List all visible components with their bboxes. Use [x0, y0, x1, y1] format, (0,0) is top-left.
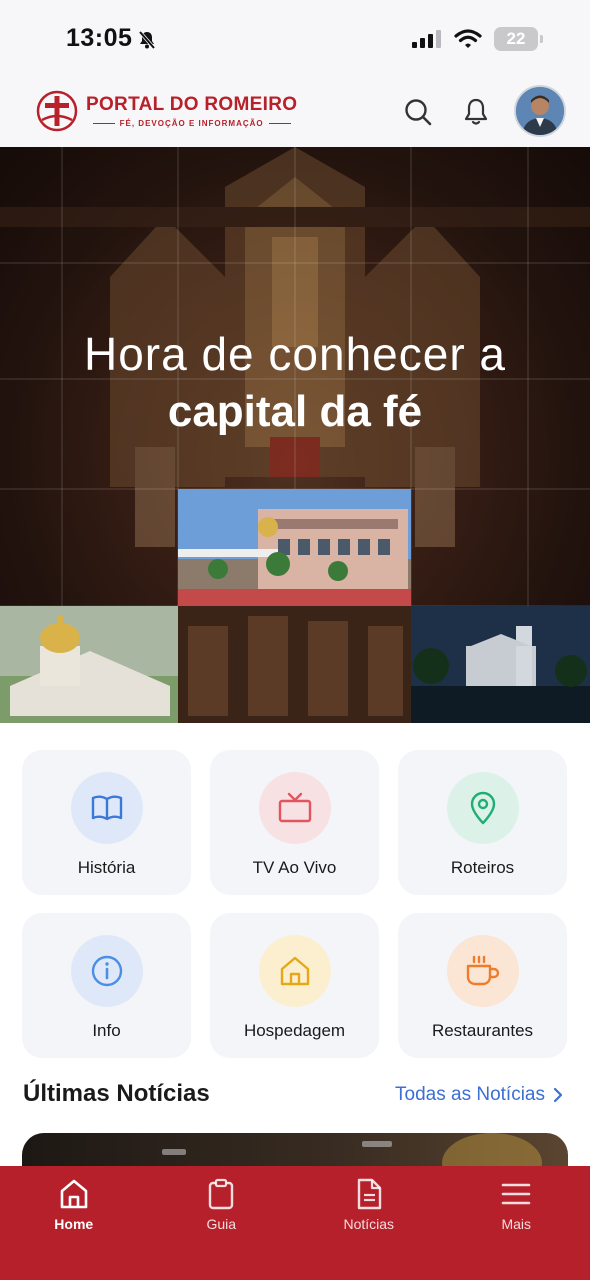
- altar-detail-photo: [178, 606, 411, 723]
- quick-icon-circle: [258, 772, 331, 844]
- quick-icon-circle: [70, 935, 143, 1007]
- quick-card-tv-ao-vivo[interactable]: TV Ao Vivo: [210, 750, 379, 895]
- quick-icon-circle: [446, 772, 519, 844]
- logo-subtitle: FÉ, DEVOÇÃO E INFORMAÇÃO: [93, 119, 291, 128]
- house-icon: [280, 956, 309, 986]
- nav-label: Guia: [206, 1216, 237, 1232]
- avatar[interactable]: [514, 85, 566, 137]
- nav-label: Mais: [501, 1216, 532, 1232]
- document-icon: [357, 1178, 381, 1210]
- nav-home[interactable]: Home: [0, 1166, 148, 1280]
- quick-card-roteiros[interactable]: Roteiros: [398, 750, 567, 895]
- quick-access-grid: História TV Ao Vivo Roteiros Info Hosped…: [22, 750, 568, 1058]
- silent-bell-icon: [138, 30, 156, 50]
- hero-photo-sanctuary-model: [0, 606, 178, 723]
- battery-level: 22: [506, 29, 526, 48]
- search-icon: [405, 99, 432, 126]
- all-news-link[interactable]: Todas as Notícias: [395, 1084, 563, 1106]
- quick-label: TV Ao Vivo: [252, 858, 337, 877]
- home-icon: [60, 1179, 88, 1209]
- nav-noticias[interactable]: Notícias: [295, 1166, 443, 1280]
- logo-text: PORTAL DO ROMEIRO FÉ, DEVOÇÃO E INFORMAÇ…: [86, 94, 297, 128]
- church-night-photo: [411, 606, 590, 723]
- all-news-label: Todas as Notícias: [395, 1084, 545, 1105]
- coffee-icon: [466, 955, 499, 986]
- quick-card-historia[interactable]: História: [22, 750, 191, 895]
- bell-icon: [464, 98, 488, 125]
- hero-photo-altar-detail: [178, 606, 411, 723]
- menu-icon: [501, 1183, 531, 1205]
- quick-card-restaurantes[interactable]: Restaurantes: [398, 913, 567, 1058]
- cross-emblem-icon: [36, 90, 78, 132]
- nav-mais[interactable]: Mais: [443, 1166, 590, 1280]
- book-icon: [91, 795, 122, 821]
- quick-icon-circle: [258, 935, 331, 1007]
- nav-guia[interactable]: Guia: [148, 1166, 296, 1280]
- wifi-icon: [454, 29, 482, 48]
- quick-label: Roteiros: [450, 858, 515, 877]
- tv-icon: [278, 792, 311, 823]
- cellular-signal-icon: [412, 30, 441, 48]
- hero-photo-church-night: [411, 606, 590, 723]
- nav-label: Home: [54, 1216, 94, 1232]
- info-icon: [91, 955, 122, 987]
- bottom-navigation: Home Guia Notícias Mais: [0, 1166, 590, 1280]
- quick-icon-circle: [446, 935, 519, 1007]
- quick-label: Restaurantes: [431, 1021, 534, 1040]
- map-pin-icon: [470, 791, 495, 825]
- clipboard-icon: [209, 1178, 234, 1210]
- sanctuary-model-photo: [0, 606, 178, 723]
- quick-card-info[interactable]: Info: [22, 913, 191, 1058]
- hero-title-line2: capital da fé: [167, 387, 423, 436]
- quick-label: Hospedagem: [243, 1021, 346, 1040]
- quick-icon-circle: [70, 772, 143, 844]
- user-photo: [516, 87, 564, 135]
- search-button[interactable]: [398, 92, 438, 132]
- status-indicators: 22: [412, 27, 543, 51]
- portal-logo[interactable]: PORTAL DO ROMEIRO FÉ, DEVOÇÃO E INFORMAÇ…: [36, 90, 297, 132]
- battery-indicator: 22: [494, 27, 543, 51]
- quick-label: Info: [92, 1021, 121, 1040]
- hero-banner[interactable]: Hora de conhecer a capital da fé: [0, 147, 590, 723]
- app-header: PORTAL DO ROMEIRO FÉ, DEVOÇÃO E INFORMAÇ…: [0, 80, 590, 147]
- quick-card-hospedagem[interactable]: Hospedagem: [210, 913, 379, 1058]
- status-bar: 13:05 22: [0, 0, 590, 80]
- notifications-button[interactable]: [456, 92, 496, 132]
- building-photo: [178, 489, 411, 606]
- logo-title: PORTAL DO ROMEIRO: [86, 94, 298, 115]
- quick-label: História: [77, 858, 136, 877]
- hero-title-line1: Hora de conhecer a: [83, 328, 507, 380]
- nav-label: Notícias: [343, 1216, 395, 1232]
- chevron-right-icon: [553, 1087, 563, 1103]
- hero-photo-building: [178, 489, 411, 606]
- news-section-title: Últimas Notícias: [23, 1080, 210, 1107]
- status-time: 13:05: [66, 24, 133, 52]
